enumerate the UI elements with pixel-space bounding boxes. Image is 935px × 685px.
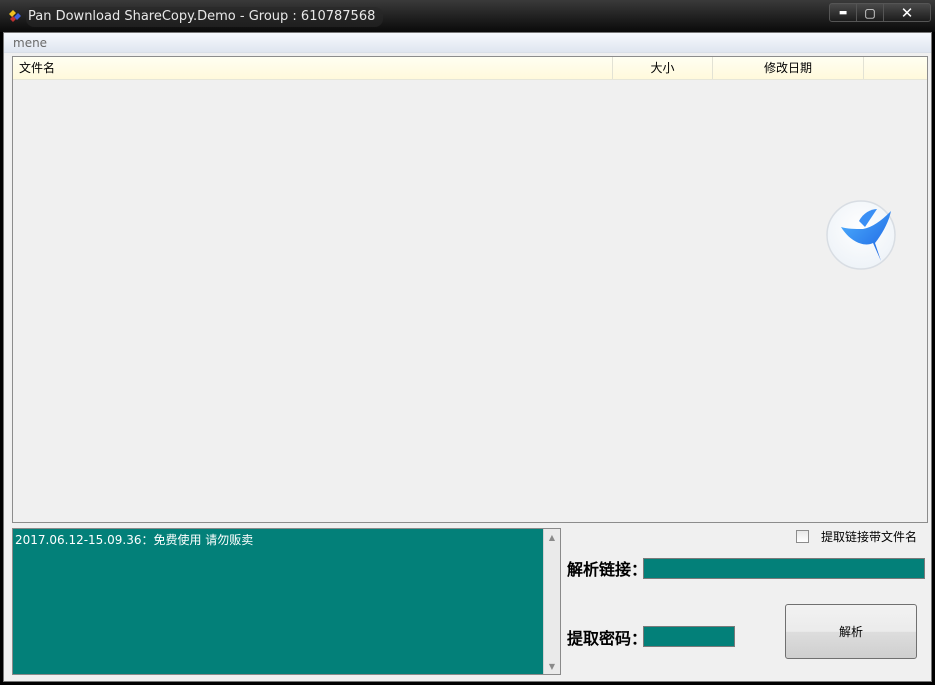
title-bar[interactable]: Pan Download ShareCopy.Demo - Group : 61… (0, 0, 935, 32)
caption-buttons: ▬ ▢ ✕ (829, 3, 931, 23)
extract-password-input[interactable] (643, 626, 735, 647)
column-header-filler (864, 57, 927, 79)
link-label: 解析链接： (567, 560, 648, 579)
maximize-button[interactable]: ▢ (857, 3, 884, 22)
log-line: 2017.06.12-15.09.36：免费使用 请勿贩卖 (15, 533, 254, 547)
password-label: 提取密码： (567, 629, 648, 648)
main-window: mene 文件名 大小 修改日期 2017.06.12-15.09.36：免费使… (3, 32, 932, 682)
parse-button[interactable]: 解析 (785, 604, 917, 659)
include-filename-checkbox[interactable] (796, 529, 809, 543)
scroll-down-icon[interactable]: ▼ (544, 658, 560, 674)
log-scrollbar[interactable]: ▲ ▼ (543, 529, 560, 674)
bird-logo-icon (826, 200, 896, 270)
app-icon (9, 10, 21, 22)
file-list-header: 文件名 大小 修改日期 (13, 57, 927, 80)
minimize-icon: ▬ (838, 7, 848, 18)
parse-button-label: 解析 (838, 625, 863, 639)
share-link-input[interactable] (643, 558, 925, 579)
menu-bar: mene (4, 33, 931, 53)
scroll-up-icon[interactable]: ▲ (544, 529, 560, 545)
filename-option[interactable]: 提取链接带文件名 (796, 527, 917, 545)
include-filename-label: 提取链接带文件名 (821, 529, 918, 544)
maximize-icon: ▢ (864, 5, 876, 20)
window-title: Pan Download ShareCopy.Demo - Group : 61… (26, 7, 384, 27)
minimize-button[interactable]: ▬ (829, 3, 857, 22)
close-icon: ✕ (900, 3, 914, 22)
file-list[interactable]: 文件名 大小 修改日期 (12, 56, 928, 523)
column-header-size[interactable]: 大小 (613, 57, 713, 79)
menu-item-mene[interactable]: mene (13, 36, 47, 50)
column-header-filename[interactable]: 文件名 (13, 57, 613, 79)
log-output[interactable]: 2017.06.12-15.09.36：免费使用 请勿贩卖 ▲ ▼ (12, 528, 561, 675)
close-button[interactable]: ✕ (884, 3, 931, 22)
column-header-modified-date[interactable]: 修改日期 (713, 57, 864, 79)
